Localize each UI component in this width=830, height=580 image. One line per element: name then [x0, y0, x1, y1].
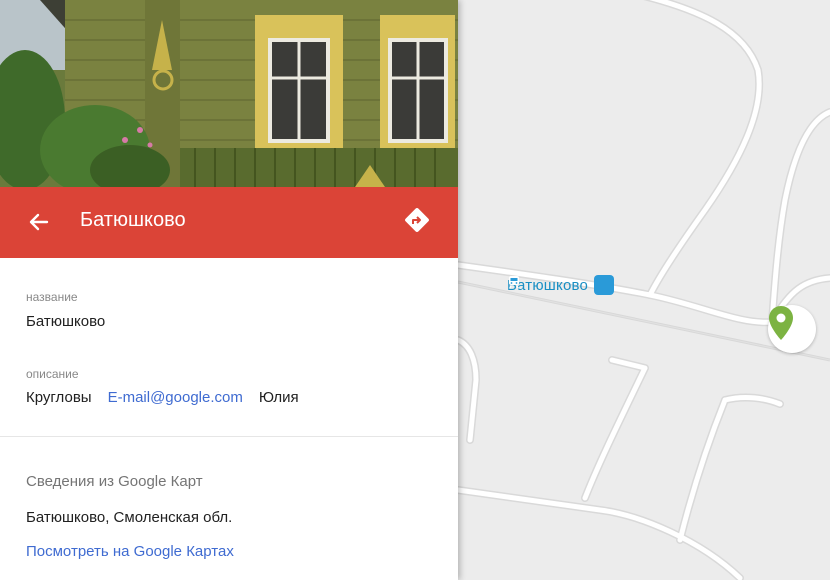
place-photo[interactable] [0, 0, 458, 187]
station-marker[interactable]: Батюшково [507, 275, 615, 295]
directions-icon [405, 208, 429, 232]
train-station-icon [508, 275, 615, 295]
description-part-3: Юлия [258, 389, 299, 406]
name-label: название [26, 290, 78, 304]
description-part-1: Кругловы [26, 389, 92, 406]
directions-button[interactable] [403, 206, 431, 234]
view-on-google-maps-link[interactable]: Посмотреть на Google Картах [26, 543, 234, 560]
arrow-left-icon [29, 213, 49, 231]
place-panel: Батюшково название Батюшково описание Кр… [0, 0, 458, 580]
divider [0, 436, 458, 437]
email-link[interactable]: E-mail@google.com [108, 389, 243, 406]
google-info-title: Сведения из Google Карт [26, 473, 203, 490]
description-label: описание [26, 367, 79, 381]
place-header: Батюшково [0, 187, 458, 258]
name-value: Батюшково [26, 313, 106, 330]
address-text: Батюшково, Смоленская обл. [26, 509, 233, 526]
description-value: Кругловы E-mail@google.com Юлия [26, 389, 299, 406]
location-pin[interactable] [768, 305, 816, 353]
map-pin-icon [769, 306, 793, 340]
place-title: Батюшково [80, 209, 186, 231]
back-button[interactable] [26, 209, 52, 235]
